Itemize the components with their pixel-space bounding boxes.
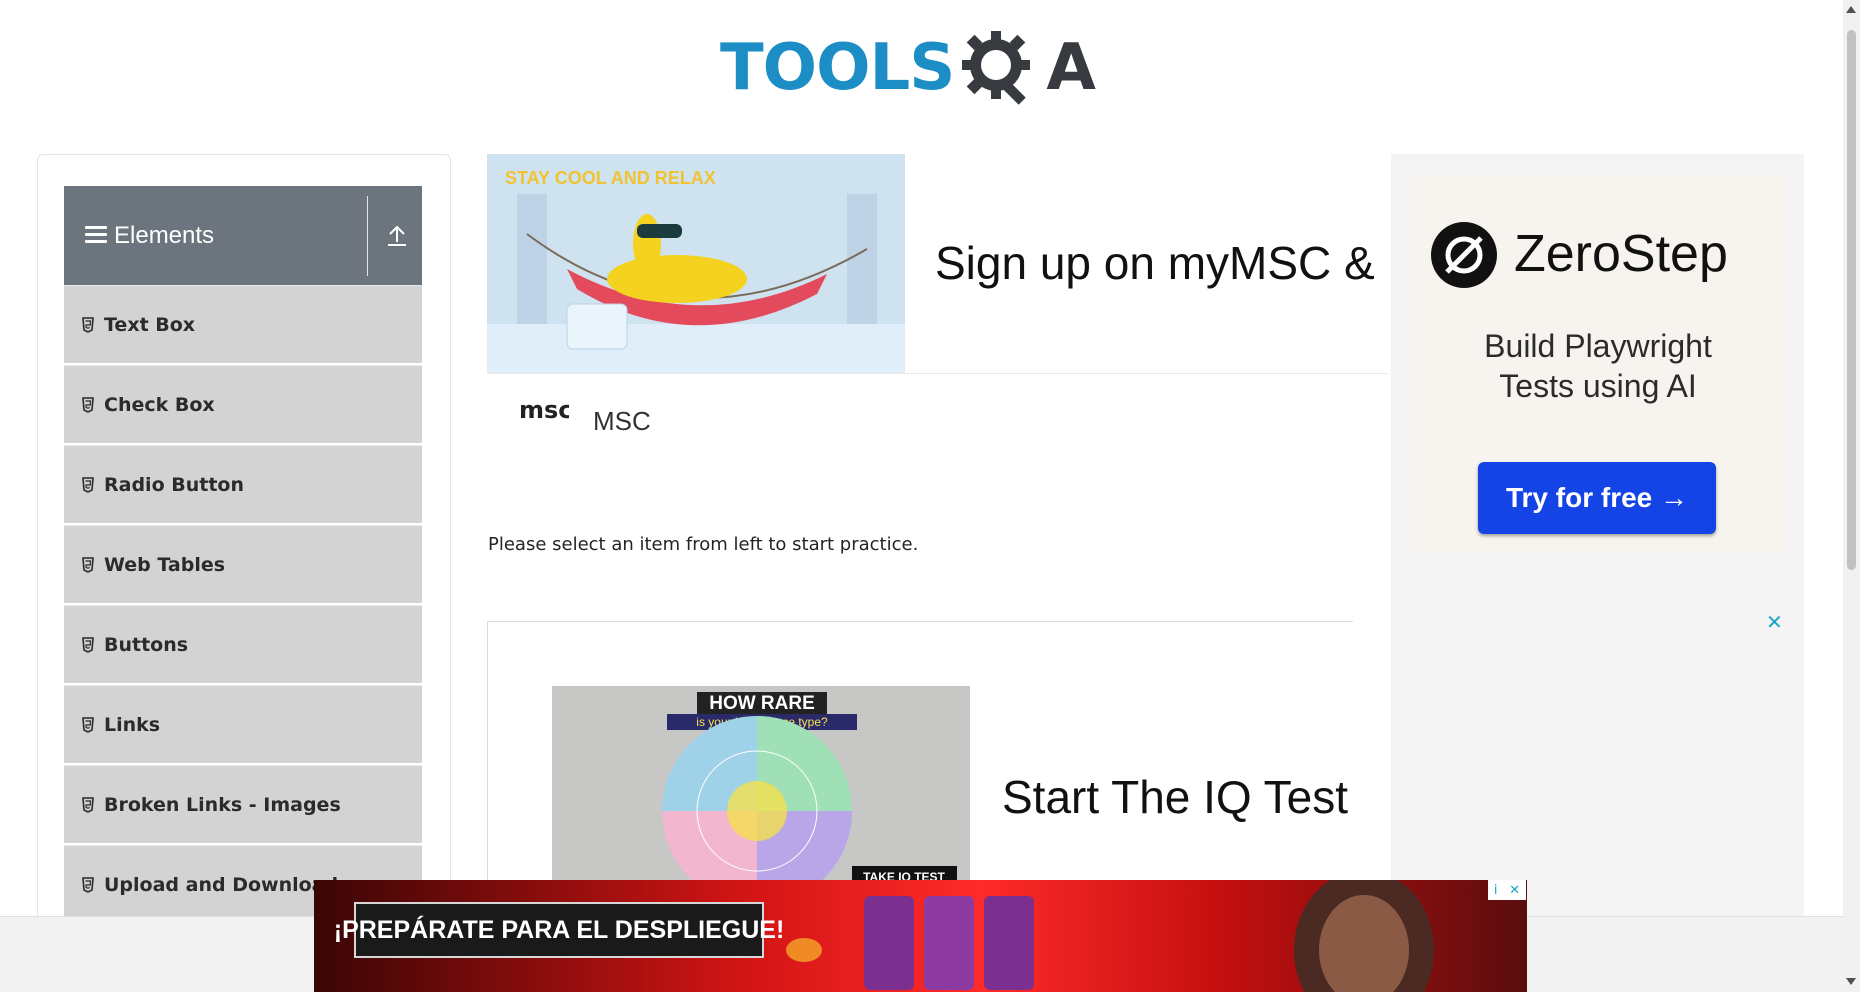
menu-item-buttons[interactable]: Buttons: [64, 605, 422, 683]
ad-image-title: HOW RARE: [709, 693, 815, 714]
zerostep-tagline: Build Playwright Tests using AI: [1409, 326, 1787, 406]
elements-group-header[interactable]: Elements: [64, 186, 422, 285]
tagline-line-1: Build Playwright: [1484, 328, 1712, 364]
zerostep-ad[interactable]: ZeroStep Build Playwright Tests using AI…: [1391, 154, 1804, 992]
svg-text:msc: msc: [519, 396, 569, 424]
ad-image-text: STAY COOL AND RELAX: [505, 168, 716, 188]
divider: [367, 196, 368, 276]
menu-item-check-box[interactable]: Check Box: [64, 365, 422, 443]
menu-item-label: Buttons: [104, 633, 189, 656]
menu-item-web-tables[interactable]: Web Tables: [64, 525, 422, 603]
elements-menu-list: Text Box Check Box Radio Button Web Tabl…: [64, 285, 422, 925]
scroll-down-arrow-icon[interactable]: [1846, 978, 1856, 985]
menu-item-links[interactable]: Links: [64, 685, 422, 763]
promo-text: ¡PREPÁRATE PARA EL DESPLIEGUE!: [333, 915, 785, 944]
gear-magnifier-icon: [962, 31, 1031, 105]
zerostep-logo-icon: [1431, 222, 1497, 288]
menu-item-radio-button[interactable]: Radio Button: [64, 445, 422, 523]
html5-icon: [82, 636, 94, 653]
html5-icon: [82, 476, 94, 493]
ad-illustration: HOW RARE is your intelligence type? TAKE…: [552, 686, 970, 886]
close-icon[interactable]: ✕: [1766, 610, 1783, 634]
hamburger-icon: [85, 226, 107, 246]
logo-text: TOOLS: [720, 31, 955, 105]
ad-illustration: STAY COOL AND RELAX: [487, 154, 905, 373]
ad-title: Start The IQ Test: [1002, 771, 1349, 823]
group-title: Elements: [114, 222, 215, 249]
html5-icon: [82, 796, 94, 813]
menu-item-label: Check Box: [104, 393, 215, 416]
ad-image-hammock-banana: STAY COOL AND RELAX: [487, 154, 905, 373]
html5-icon: [82, 556, 94, 573]
ad-title: Sign up on myMSC & B: [935, 237, 1387, 289]
html5-icon: [82, 876, 94, 893]
advertiser-name: MSC: [593, 406, 651, 436]
page: TOOLS A Elements Text Box Check Box Radi…: [0, 0, 1860, 992]
tagline-line-2: Tests using AI: [1499, 368, 1697, 404]
try-for-free-button[interactable]: Try for free →: [1478, 462, 1716, 534]
menu-item-label: Broken Links - Images: [104, 793, 341, 816]
msc-ad[interactable]: STAY COOL AND RELAX Sign up on myMSC & B: [487, 154, 1387, 374]
scrollbar-thumb[interactable]: [1847, 30, 1856, 570]
html5-icon: [82, 316, 94, 333]
logo-text-a: A: [1046, 31, 1096, 105]
vertical-scrollbar[interactable]: [1843, 0, 1860, 992]
zerostep-card: ZeroStep Build Playwright Tests using AI…: [1409, 174, 1787, 554]
ad-choices[interactable]: i ✕: [1488, 880, 1526, 900]
ad-image-iq-chart: HOW RARE is your intelligence type? TAKE…: [552, 686, 970, 886]
msc-logo-icon: msc: [519, 396, 569, 424]
menu-item-label: Radio Button: [104, 473, 244, 496]
product-cans-illustration: [786, 896, 1034, 990]
html5-icon: [82, 396, 94, 413]
upload-arrow-icon[interactable]: [384, 222, 410, 250]
msc-advertiser-row[interactable]: msc MSC: [487, 390, 1187, 450]
ad-info-icon[interactable]: i: [1494, 883, 1498, 898]
menu-item-broken-links[interactable]: Broken Links - Images: [64, 765, 422, 843]
menu-item-text-box[interactable]: Text Box: [64, 285, 422, 363]
instruction-text: Please select an item from left to start…: [488, 534, 919, 555]
toolsqa-logo[interactable]: TOOLS A: [720, 18, 1130, 118]
menu-item-label: Links: [104, 713, 161, 736]
scroll-up-arrow-icon[interactable]: [1846, 6, 1856, 13]
zerostep-brand: ZeroStep: [1514, 225, 1728, 283]
ad-close-icon[interactable]: ✕: [1509, 883, 1520, 898]
bottom-banner-ad[interactable]: ¡PREPÁRATE PARA EL DESPLIEGUE!: [314, 880, 1527, 992]
html5-icon: [82, 716, 94, 733]
menu-item-label: Web Tables: [104, 553, 226, 576]
promo-box: ¡PREPÁRATE PARA EL DESPLIEGUE!: [334, 902, 784, 958]
soldier-portrait-illustration: [1294, 880, 1434, 992]
menu-item-label: Text Box: [104, 313, 196, 336]
menu-item-label: Upload and Download: [104, 873, 339, 896]
